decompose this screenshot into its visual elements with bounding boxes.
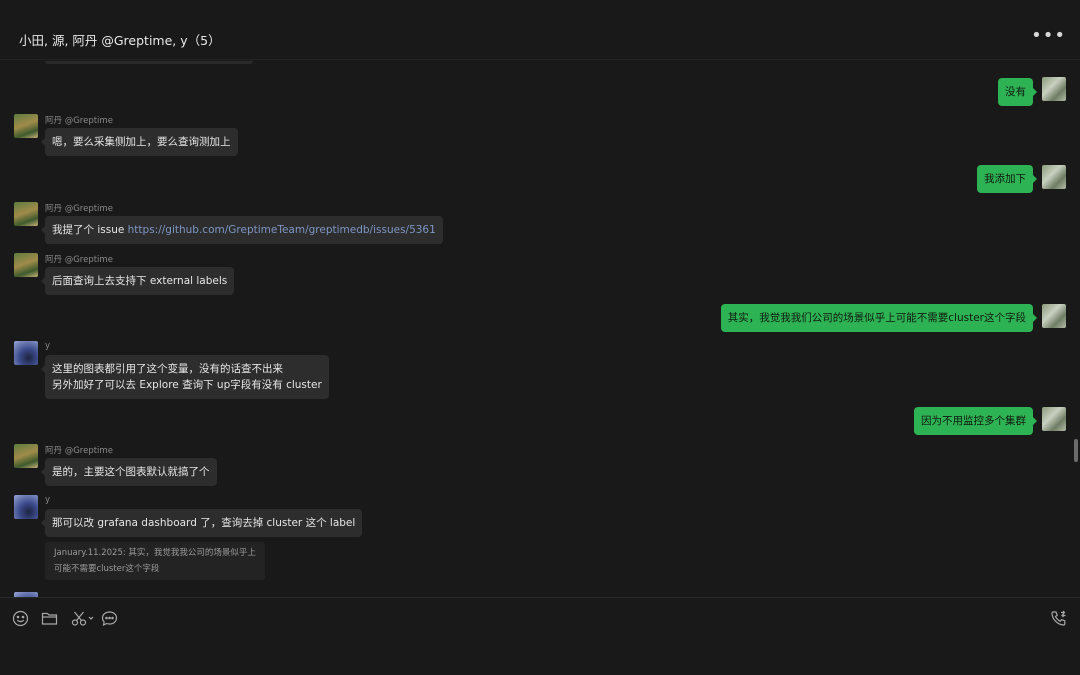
sender-name: 阿丹 @Greptime [45, 255, 113, 265]
message-list[interactable]: 没有 阿丹 @Greptime 嗯，要么采集侧加上，要么查询测加上 我添加下 阿… [0, 61, 1080, 597]
avatar-adan[interactable] [14, 253, 38, 277]
sender-name: y [45, 341, 51, 351]
avatar-adan[interactable] [14, 444, 38, 468]
message-bubble-incoming[interactable]: 这里的图表都引用了这个变量，没有的话查不出来 另外加好了可以去 Explore … [41, 355, 329, 399]
input-toolbar [0, 597, 1080, 675]
message-bubble-outgoing[interactable]: 我添加下 [977, 165, 1037, 193]
message-bubble-outgoing[interactable]: 因为不用监控多个集群 [914, 407, 1037, 435]
message-bubble-incoming[interactable]: 嗯，要么采集侧加上，要么查询测加上 [41, 128, 238, 156]
quote-line: January.11.2025: 其实，我觉我我公司的场景似乎上 [54, 548, 256, 558]
avatar-adan[interactable] [14, 202, 38, 226]
chat-header: 小田, 源, 阿丹 @Greptime, y（5） ••• [0, 0, 1080, 60]
sender-name: 阿丹 @Greptime [45, 116, 113, 126]
scissors-icon[interactable] [71, 610, 95, 627]
message-bubble-incoming[interactable]: 是的，主要这个图表默认就搞了个 [41, 458, 217, 486]
message-bubble-incoming[interactable]: 后面查询上去支持下 external labels [40, 267, 235, 295]
sender-name: 阿丹 @Greptime [45, 204, 113, 214]
clipped-message-bubble [45, 61, 253, 64]
issue-link[interactable]: https://github.com/GreptimeTeam/greptime… [128, 224, 436, 236]
quoted-message[interactable]: January.11.2025: 其实，我觉我我公司的场景似乎上 可能不需要cl… [45, 542, 265, 580]
sender-name: 阿丹 @Greptime [45, 446, 113, 456]
folder-icon[interactable] [41, 610, 58, 627]
my-avatar[interactable] [1042, 304, 1066, 328]
emoji-icon[interactable] [12, 610, 29, 627]
avatar-y[interactable] [14, 341, 38, 365]
avatar-adan[interactable] [14, 114, 38, 138]
message-bubble-incoming[interactable]: 我提了个 issue https://github.com/GreptimeTe… [41, 216, 443, 244]
message-bubble-outgoing[interactable]: 其实，我觉我我们公司的场景似乎上可能不需要cluster这个字段 [720, 304, 1038, 332]
my-avatar[interactable] [1042, 77, 1066, 101]
message-bubble-outgoing[interactable]: 没有 [998, 78, 1037, 106]
message-text: 我提了个 issue [52, 224, 128, 236]
more-icon[interactable]: ••• [1031, 25, 1066, 46]
chat-bubble-icon[interactable] [101, 610, 118, 627]
chat-title: 小田, 源, 阿丹 @Greptime, y（5） [19, 33, 221, 48]
message-line: 这里的图表都引用了这个变量，没有的话查不出来 [52, 363, 283, 375]
message-bubble-incoming[interactable]: 那可以改 grafana dashboard 了，查询去掉 cluster 这个… [40, 509, 363, 537]
sender-name: y [45, 495, 51, 505]
quote-line: 可能不需要cluster这个字段 [54, 564, 160, 574]
scrollbar-thumb[interactable] [1074, 439, 1078, 462]
phone-icon[interactable] [1050, 610, 1068, 627]
avatar-y[interactable] [14, 495, 38, 519]
my-avatar[interactable] [1042, 165, 1066, 189]
message-line: 另外加好了可以去 Explore 查询下 up字段有没有 cluster [52, 379, 322, 391]
my-avatar[interactable] [1042, 407, 1066, 431]
